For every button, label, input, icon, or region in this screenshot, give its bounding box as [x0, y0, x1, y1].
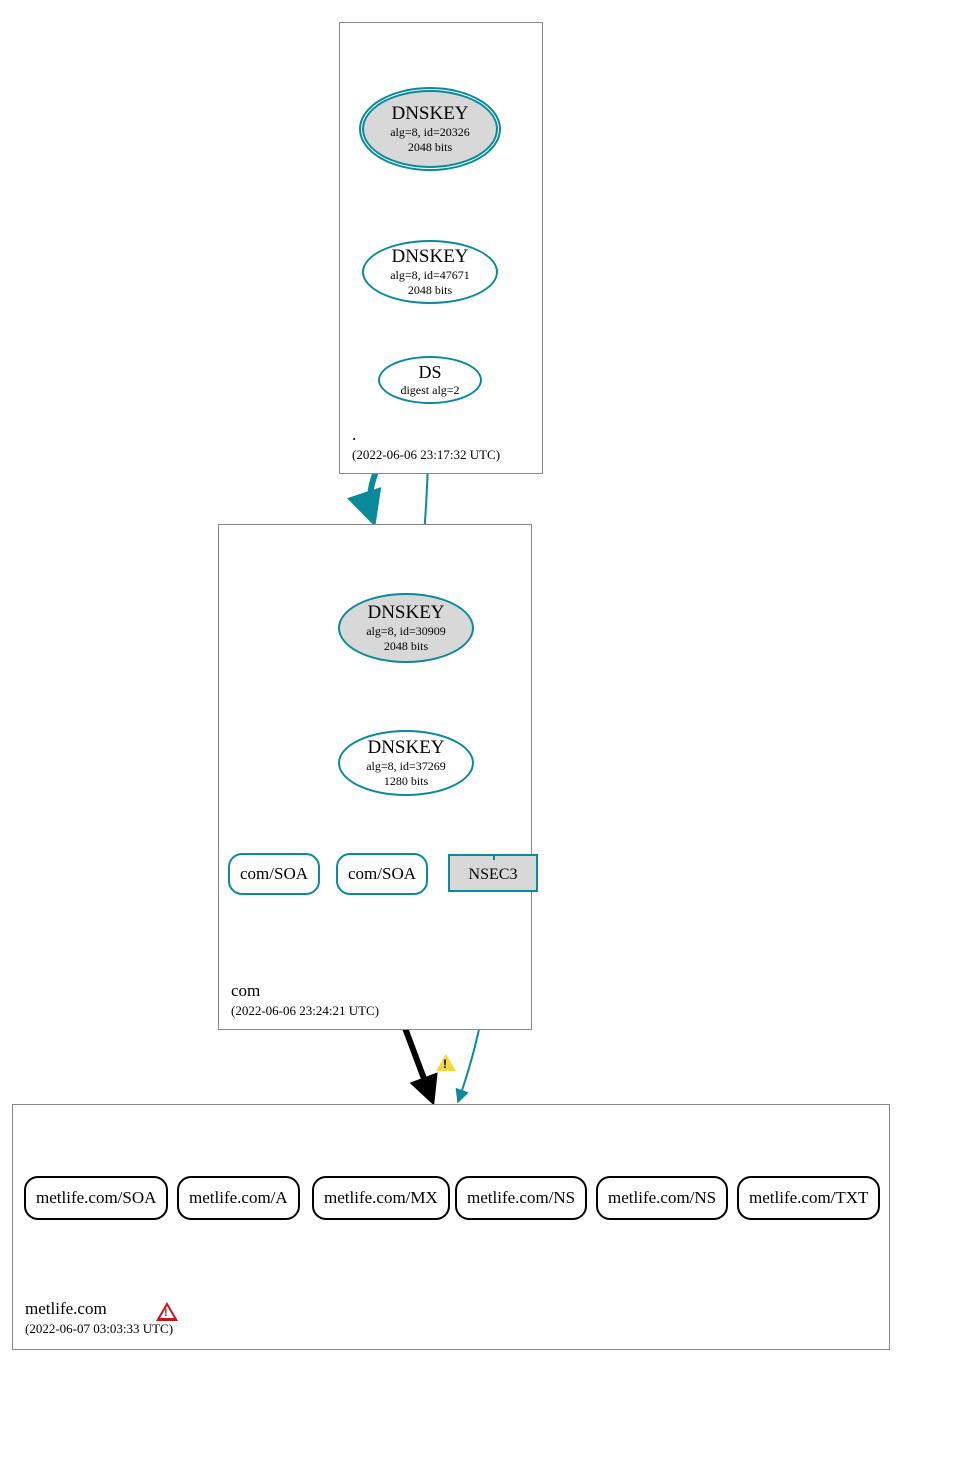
com-soa2-text: com/SOA — [348, 864, 416, 884]
node-com-soa1: com/SOA — [228, 853, 320, 895]
root-ksk-l1: DNSKEY — [391, 103, 468, 125]
node-com-soa2: com/SOA — [336, 853, 428, 895]
zone-root-ts: (2022-06-06 23:17:32 UTC) — [352, 447, 500, 463]
com-ksk-l3: 2048 bits — [384, 639, 428, 654]
zone-root-label: . (2022-06-06 23:17:32 UTC) — [352, 425, 500, 463]
com-soa1-text: com/SOA — [240, 864, 308, 884]
node-root-ksk: DNSKEY alg=8, id=20326 2048 bits — [362, 90, 498, 168]
node-root-ds: DS digest alg=2 — [378, 356, 482, 404]
com-zsk-l2: alg=8, id=37269 — [366, 759, 446, 774]
error-icon — [156, 1302, 178, 1321]
root-zsk-l1: DNSKEY — [391, 246, 468, 268]
zone-leaf-ts: (2022-06-07 03:03:33 UTC) — [25, 1321, 173, 1337]
zone-com-name: com — [231, 981, 379, 1001]
diagram-canvas: . (2022-06-06 23:17:32 UTC) DNSKEY alg=8… — [0, 0, 964, 1477]
com-zsk-l1: DNSKEY — [367, 737, 444, 759]
root-zsk-l2: alg=8, id=47671 — [390, 268, 470, 283]
node-leaf-ns1: metlife.com/NS — [455, 1176, 587, 1220]
node-com-zsk: DNSKEY alg=8, id=37269 1280 bits — [338, 730, 474, 796]
zone-com-ts: (2022-06-06 23:24:21 UTC) — [231, 1003, 379, 1019]
leaf-ns1-text: metlife.com/NS — [467, 1188, 575, 1208]
node-leaf-soa: metlife.com/SOA — [24, 1176, 168, 1220]
node-leaf-txt: metlife.com/TXT — [737, 1176, 880, 1220]
zone-com-label: com (2022-06-06 23:24:21 UTC) — [231, 981, 379, 1019]
root-ksk-l3: 2048 bits — [408, 140, 452, 155]
com-ksk-l1: DNSKEY — [367, 602, 444, 624]
root-ksk-l2: alg=8, id=20326 — [390, 125, 470, 140]
node-leaf-a: metlife.com/A — [177, 1176, 300, 1220]
com-nsec3-text: NSEC3 — [469, 866, 518, 884]
leaf-mx-text: metlife.com/MX — [324, 1188, 438, 1208]
leaf-txt-text: metlife.com/TXT — [749, 1188, 868, 1208]
zone-leaf-label: metlife.com (2022-06-07 03:03:33 UTC) — [25, 1299, 173, 1337]
com-ksk-l2: alg=8, id=30909 — [366, 624, 446, 639]
leaf-soa-text: metlife.com/SOA — [36, 1188, 156, 1208]
zone-leaf-name: metlife.com — [25, 1299, 173, 1319]
node-root-zsk: DNSKEY alg=8, id=47671 2048 bits — [362, 240, 498, 304]
node-com-nsec3: NSEC3 — [448, 858, 538, 892]
node-leaf-mx: metlife.com/MX — [312, 1176, 450, 1220]
root-ds-l2: digest alg=2 — [400, 383, 459, 398]
warning-icon — [436, 1054, 456, 1071]
com-zsk-l3: 1280 bits — [384, 774, 428, 789]
leaf-a-text: metlife.com/A — [189, 1188, 288, 1208]
node-com-ksk: DNSKEY alg=8, id=30909 2048 bits — [338, 593, 474, 663]
root-ds-l1: DS — [418, 362, 441, 383]
root-zsk-l3: 2048 bits — [408, 283, 452, 298]
zone-root-name: . — [352, 425, 500, 445]
node-leaf-ns2: metlife.com/NS — [596, 1176, 728, 1220]
zone-leaf: metlife.com (2022-06-07 03:03:33 UTC) — [12, 1104, 890, 1350]
leaf-ns2-text: metlife.com/NS — [608, 1188, 716, 1208]
